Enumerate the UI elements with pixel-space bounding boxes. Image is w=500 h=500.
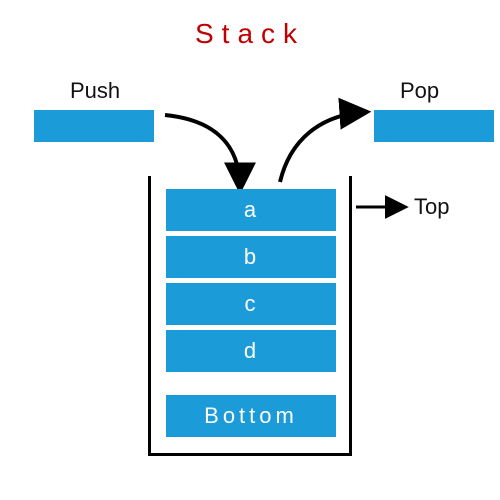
stack-cell-bottom: Bottom (166, 395, 336, 437)
stack-cell: a (166, 189, 336, 231)
push-element-box (34, 110, 154, 142)
diagram-title: Stack (0, 18, 500, 50)
stack-cell: b (166, 236, 336, 278)
stack-cell: c (166, 283, 336, 325)
push-label: Push (70, 78, 120, 104)
pop-arrow-icon (280, 112, 365, 182)
pop-label: Pop (400, 78, 439, 104)
pop-element-box (374, 110, 494, 142)
stack-cell: d (166, 330, 336, 372)
top-label: Top (414, 194, 449, 220)
